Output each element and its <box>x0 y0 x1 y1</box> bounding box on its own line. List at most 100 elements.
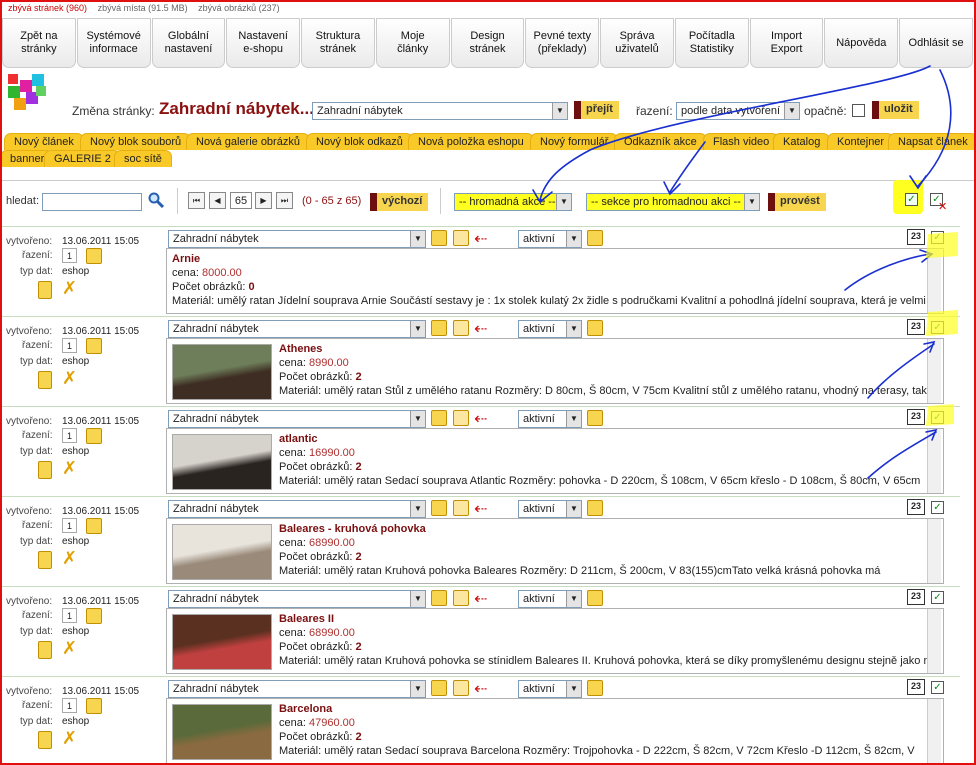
page-number-input[interactable]: 65 <box>230 192 252 209</box>
save-order-icon[interactable] <box>86 428 102 444</box>
nav-button[interactable]: Import Export <box>749 18 824 68</box>
nav-button[interactable]: Počítadla Statistiky <box>674 18 749 68</box>
tools-icon[interactable]: ✗ <box>62 638 77 659</box>
item-select-checkbox[interactable]: ✓ <box>931 411 944 424</box>
reverse-checkbox[interactable] <box>852 104 865 117</box>
item-select-checkbox[interactable]: ✓ <box>931 501 944 514</box>
item-select-checkbox[interactable]: ✓ <box>931 591 944 604</box>
last-page-button[interactable]: ⏭ <box>276 192 293 209</box>
search-icon[interactable] <box>148 192 164 208</box>
order-input[interactable]: 1 <box>62 518 77 533</box>
save-status-icon[interactable] <box>587 590 603 606</box>
nav-button[interactable]: Nastavení e-shopu <box>226 18 301 68</box>
move-arrow-icon[interactable]: ⇠ <box>474 319 487 339</box>
calendar-icon[interactable]: 23 <box>907 229 925 245</box>
default-button[interactable]: výchozí <box>370 193 429 211</box>
nav-button[interactable]: Design stránek <box>450 18 525 68</box>
trash-icon[interactable] <box>38 641 52 659</box>
calendar-icon[interactable]: 23 <box>907 409 925 425</box>
save-sort-button[interactable]: uložit <box>872 101 919 119</box>
save-status-icon[interactable] <box>587 500 603 516</box>
nav-button[interactable]: Struktura stránek <box>301 18 375 68</box>
tab-new-item[interactable]: Flash video <box>703 133 780 150</box>
first-page-button[interactable]: ⏮ <box>188 192 205 209</box>
calendar-icon[interactable]: 23 <box>907 499 925 515</box>
tools-icon[interactable]: ✗ <box>62 458 77 479</box>
nav-button[interactable]: Pevné texty (překlady) <box>525 18 600 68</box>
nav-button[interactable]: Globální nastavení <box>151 18 226 68</box>
tab-new-item[interactable]: Nový blok souborů <box>80 133 192 150</box>
scrollbar[interactable] <box>927 519 941 583</box>
tab-new-item[interactable]: Katalog <box>773 133 831 150</box>
section-select[interactable]: Zahradní nábytek ▼ <box>168 590 426 608</box>
move-arrow-icon[interactable]: ⇠ <box>474 499 487 519</box>
trash-icon[interactable] <box>38 371 52 389</box>
tab-new-item[interactable]: Napsat článek <box>888 133 976 150</box>
calendar-icon[interactable]: 23 <box>907 319 925 335</box>
scrollbar[interactable] <box>927 429 941 493</box>
tab-new-item[interactable]: soc sítě <box>114 150 172 167</box>
order-input[interactable]: 1 <box>62 698 77 713</box>
save-section-icon[interactable] <box>431 320 447 336</box>
scrollbar[interactable] <box>927 339 941 403</box>
save-order-icon[interactable] <box>86 518 102 534</box>
prev-page-button[interactable]: ◀ <box>209 192 226 209</box>
save-section-icon[interactable] <box>431 410 447 426</box>
tab-new-item[interactable]: Nový článek <box>4 133 84 150</box>
move-arrow-icon[interactable]: ⇠ <box>474 589 487 609</box>
nav-button[interactable]: Nápověda <box>824 18 899 68</box>
status-select[interactable]: aktivní ▼ <box>518 500 582 518</box>
user-icon[interactable] <box>453 500 469 516</box>
nav-button[interactable]: Odhlásit se <box>899 18 973 68</box>
tools-icon[interactable]: ✗ <box>62 548 77 569</box>
move-arrow-icon[interactable]: ⇠ <box>474 409 487 429</box>
user-icon[interactable] <box>453 680 469 696</box>
go-button[interactable]: přejít <box>574 101 619 119</box>
save-status-icon[interactable] <box>587 230 603 246</box>
user-icon[interactable] <box>453 320 469 336</box>
save-status-icon[interactable] <box>587 320 603 336</box>
page-select[interactable]: Zahradní nábytek ▼ <box>312 102 568 120</box>
save-status-icon[interactable] <box>587 410 603 426</box>
item-select-checkbox[interactable]: ✓ <box>931 231 944 244</box>
section-select[interactable]: Zahradní nábytek ▼ <box>168 410 426 428</box>
nav-button[interactable]: Moje články <box>375 18 450 68</box>
section-select[interactable]: Zahradní nábytek ▼ <box>168 500 426 518</box>
calendar-icon[interactable]: 23 <box>907 679 925 695</box>
tab-new-item[interactable]: Kontejner <box>827 133 895 150</box>
tab-new-item[interactable]: Odkazník akce <box>614 133 707 150</box>
trash-icon[interactable] <box>38 281 52 299</box>
save-section-icon[interactable] <box>431 500 447 516</box>
tools-icon[interactable]: ✗ <box>62 368 77 389</box>
status-select[interactable]: aktivní ▼ <box>518 320 582 338</box>
tab-new-item[interactable]: Nová galerie obrázků <box>186 133 310 150</box>
sort-select[interactable]: podle data vytvoření ▼ <box>676 102 800 120</box>
search-input[interactable] <box>42 193 142 211</box>
section-select[interactable]: Zahradní nábytek ▼ <box>168 230 426 248</box>
execute-button[interactable]: provést <box>768 193 826 211</box>
status-select[interactable]: aktivní ▼ <box>518 590 582 608</box>
user-icon[interactable] <box>453 590 469 606</box>
item-select-checkbox[interactable]: ✓ <box>931 321 944 334</box>
tab-new-item[interactable]: Nový formulář <box>530 133 619 150</box>
user-icon[interactable] <box>453 230 469 246</box>
save-section-icon[interactable] <box>431 230 447 246</box>
order-input[interactable]: 1 <box>62 338 77 353</box>
move-arrow-icon[interactable]: ⇠ <box>474 229 487 249</box>
status-select[interactable]: aktivní ▼ <box>518 680 582 698</box>
trash-icon[interactable] <box>38 551 52 569</box>
bulk-section-select[interactable]: -- sekce pro hromadnou akci -- ▼ <box>586 193 760 211</box>
save-order-icon[interactable] <box>86 608 102 624</box>
move-arrow-icon[interactable]: ⇠ <box>474 679 487 699</box>
status-select[interactable]: aktivní ▼ <box>518 410 582 428</box>
section-select[interactable]: Zahradní nábytek ▼ <box>168 680 426 698</box>
scrollbar[interactable] <box>927 699 941 763</box>
order-input[interactable]: 1 <box>62 248 77 263</box>
status-select[interactable]: aktivní ▼ <box>518 230 582 248</box>
nav-button[interactable]: Správa uživatelů <box>600 18 674 68</box>
nav-button[interactable]: Systémové informace <box>76 18 151 68</box>
scrollbar[interactable] <box>927 609 941 673</box>
scrollbar[interactable] <box>927 249 941 313</box>
next-page-button[interactable]: ▶ <box>255 192 272 209</box>
select-all-checkbox[interactable]: ✓ <box>905 193 918 206</box>
